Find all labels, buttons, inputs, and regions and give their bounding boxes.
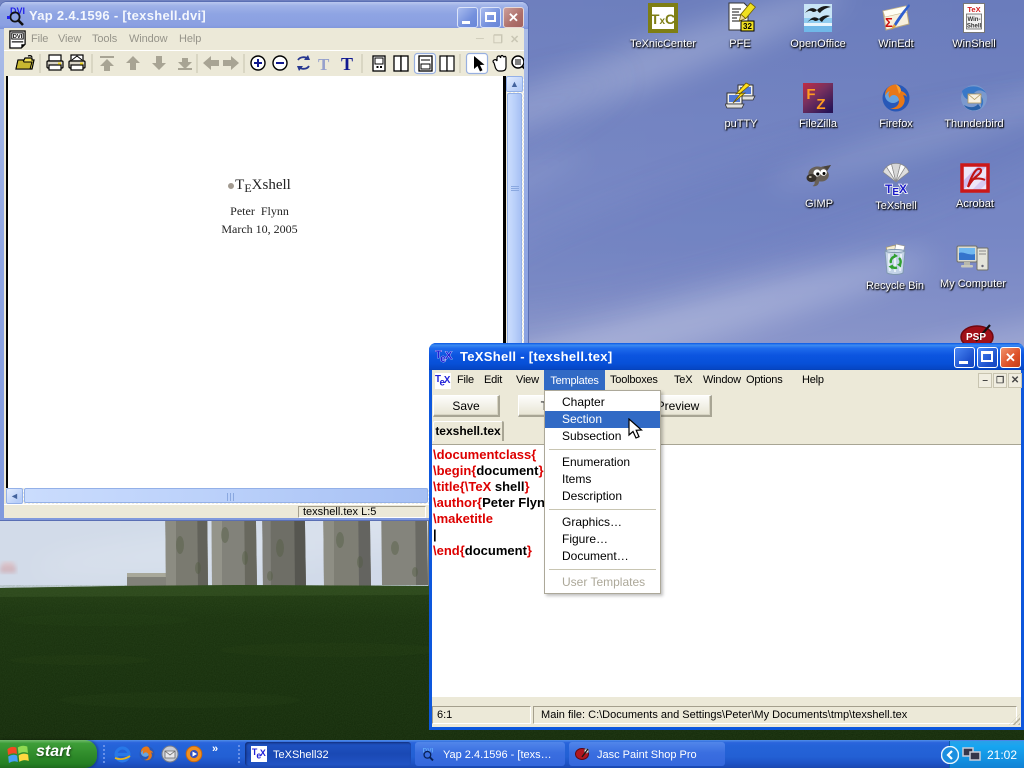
svg-text:T: T	[318, 55, 330, 74]
svg-text:Z: Z	[816, 96, 825, 113]
svg-text:32: 32	[743, 22, 752, 31]
svg-text:TEX: TEX	[885, 182, 907, 196]
svg-text:Σ: Σ	[885, 15, 893, 30]
svg-text:Win-: Win-	[968, 17, 981, 23]
svg-text:X: X	[445, 350, 453, 362]
svg-text:TeX: TeX	[967, 5, 980, 14]
svg-text:F: F	[806, 86, 815, 103]
svg-text:PSP: PSP	[966, 332, 986, 343]
svg-text:DVI: DVI	[13, 34, 23, 40]
svg-text:Shell: Shell	[967, 24, 982, 30]
svg-text:T: T	[341, 54, 353, 74]
svg-text:X: X	[260, 748, 266, 758]
svg-text:X: X	[444, 375, 451, 386]
